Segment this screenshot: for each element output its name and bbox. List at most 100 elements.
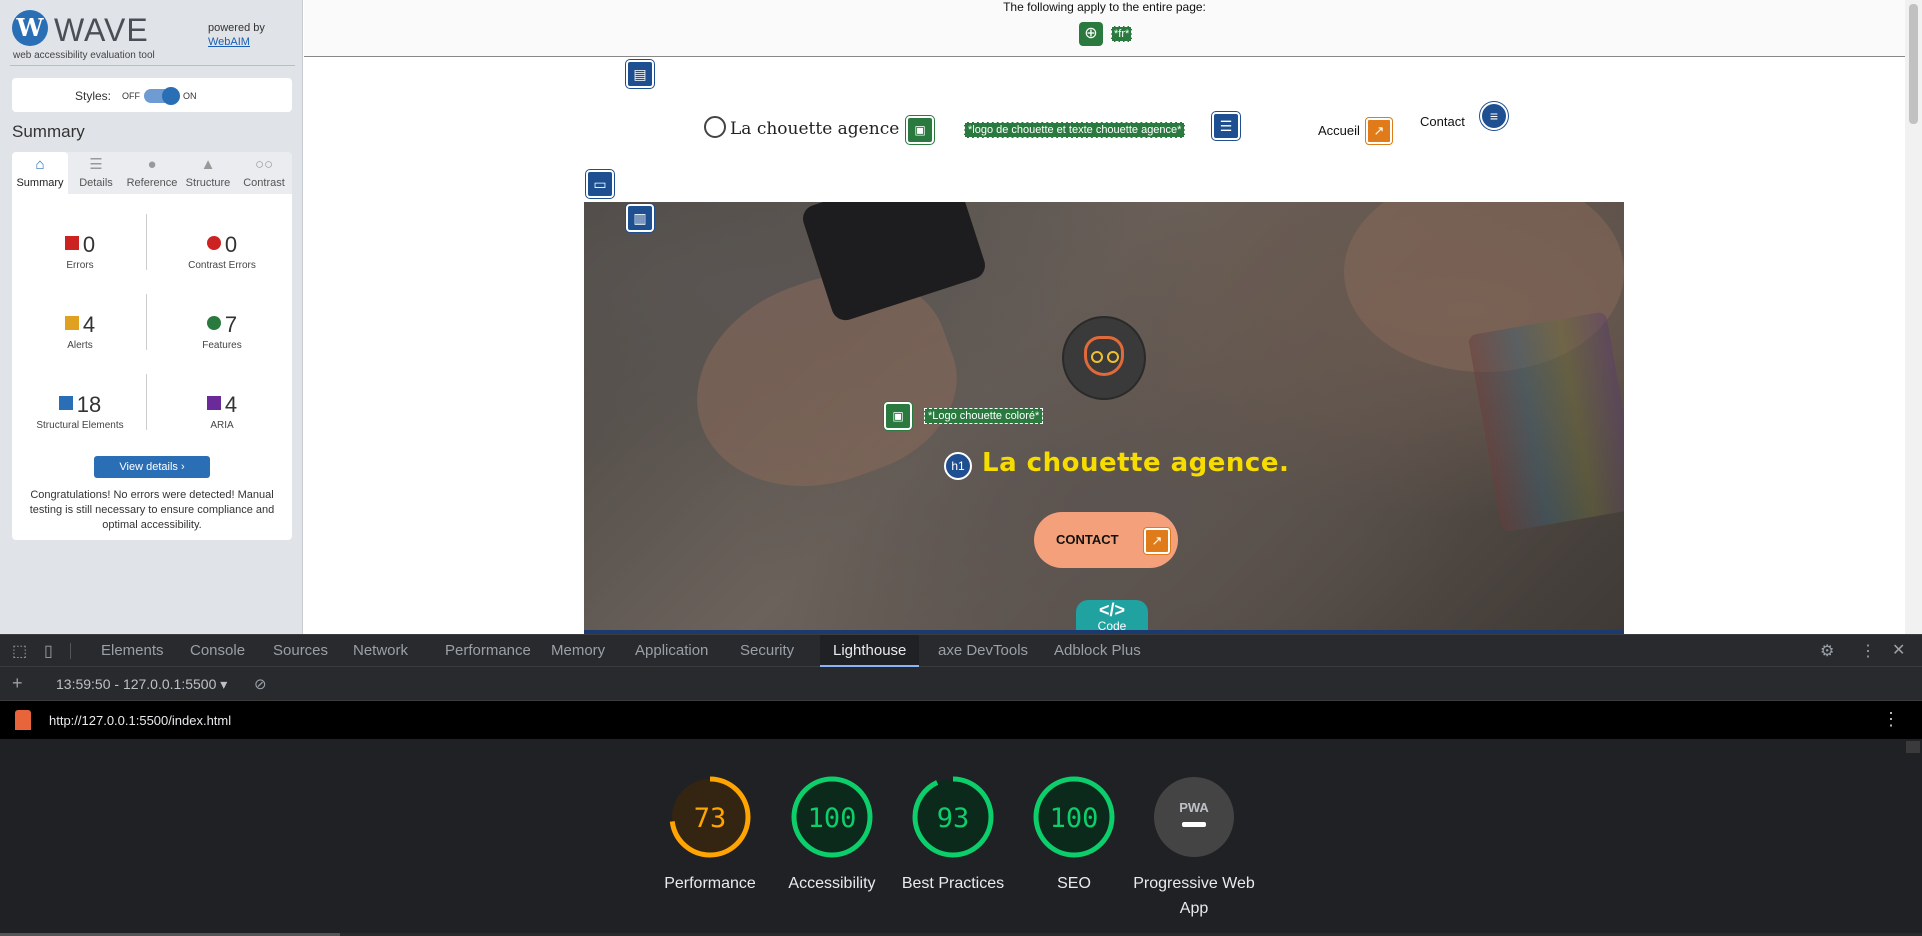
lighthouse-toolbar: + 13:59:50 - 127.0.0.1:5500 ▾ ⊘ — [0, 667, 1922, 701]
score-ring: 73 — [669, 776, 751, 858]
tab-contrast[interactable]: ○○ Contrast — [236, 152, 292, 194]
score-label: Performance — [664, 875, 756, 892]
contact-button-label: CONTACT — [1056, 532, 1119, 547]
powered-by-label: powered by — [208, 22, 265, 34]
tab-structure[interactable]: ▲ Structure — [180, 152, 236, 194]
hero-section: ▣ *Logo chouette coloré* h1 La chouette … — [584, 202, 1624, 634]
tab-label: Contrast — [243, 177, 285, 189]
tab-axe-devtools[interactable]: axe DevTools — [925, 635, 1041, 667]
report-selector[interactable]: 13:59:50 - 127.0.0.1:5500 ▾ — [56, 676, 227, 693]
close-icon[interactable]: ✕ — [1892, 640, 1905, 660]
nav-accueil[interactable]: Accueil — [1318, 123, 1360, 138]
styles-off-label: OFF — [122, 91, 140, 101]
region-icon[interactable]: ▤ — [626, 60, 654, 88]
styles-toggle-box: Styles: OFF ON — [12, 78, 292, 112]
page-notice: The following apply to the entire page: … — [304, 0, 1905, 57]
page-scrollbar-thumb[interactable] — [1909, 4, 1918, 124]
error-icon — [64, 236, 79, 250]
tab-memory[interactable]: Memory — [538, 635, 618, 667]
site-logo[interactable]: La chouette agence — [704, 116, 899, 139]
main-region-icon[interactable]: ▥ — [626, 204, 654, 232]
webaim-link[interactable]: WebAIM — [208, 36, 250, 48]
devtools-scrollbar-thumb[interactable] — [1906, 741, 1920, 753]
wave-sidebar: W WAVE web accessibility evaluation tool… — [0, 0, 303, 634]
owl-icon — [704, 116, 726, 138]
tab-summary[interactable]: ⌂ Summary — [12, 152, 68, 194]
score-value: 100 — [808, 803, 857, 834]
more-options-icon[interactable]: ⋮ — [1882, 709, 1900, 730]
score-gauge-best-practices[interactable]: 93 Best Practices — [902, 775, 1004, 892]
score-label: Accessibility — [788, 875, 876, 892]
aria-stat[interactable]: 4 ARIA — [158, 392, 286, 431]
image-alt-icon[interactable]: ▣ — [884, 402, 912, 430]
score-gauge-accessibility[interactable]: 100 Accessibility — [788, 775, 876, 892]
score-gauge-seo[interactable]: 100 SEO — [1032, 775, 1116, 892]
view-details-button[interactable]: View details › — [94, 456, 210, 478]
tab-performance[interactable]: Performance — [432, 635, 544, 667]
styles-toggle[interactable] — [144, 87, 180, 105]
pwa-dash — [1182, 822, 1206, 827]
header-region-icon[interactable]: ▭ — [586, 170, 614, 198]
tab-network[interactable]: Network — [340, 635, 421, 667]
toggle-knob — [162, 87, 180, 105]
tab-reference[interactable]: ● Reference — [124, 152, 180, 194]
contrast-error-icon — [206, 236, 221, 250]
hero-background-pens — [1467, 311, 1624, 533]
score-value: 100 — [1050, 803, 1099, 834]
features-stat[interactable]: 7 Features — [158, 312, 286, 351]
redundant-link-icon[interactable]: ↗ — [1366, 118, 1392, 144]
tab-elements[interactable]: Elements — [88, 635, 177, 667]
plus-icon[interactable]: + — [12, 673, 23, 694]
summary-panel: 0 Errors 0 Contrast Errors 4 Alerts 7 Fe… — [12, 194, 292, 540]
nav-contact[interactable]: Contact — [1420, 114, 1465, 129]
devtools-tab-bar: ⬚ ▯ Elements Console Sources Network Perform… — [0, 635, 1922, 667]
pwa-gauge[interactable]: PWA Progressive Web App — [1133, 775, 1255, 917]
inspect-icon[interactable]: ⬚ — [12, 641, 27, 661]
errors-stat[interactable]: 0 Errors — [16, 232, 144, 271]
tab-lighthouse[interactable]: Lighthouse — [820, 635, 920, 667]
tab-details[interactable]: ☰ Details — [68, 152, 124, 194]
tab-label: Structure — [185, 177, 231, 189]
lighthouse-icon — [15, 710, 31, 730]
info-icon: ● — [147, 156, 157, 173]
tab-security[interactable]: Security — [727, 635, 807, 667]
globe-icon[interactable]: ⊕ — [1079, 22, 1103, 46]
navigation-icon[interactable]: ☰ — [1212, 112, 1240, 140]
aria-label: ARIA — [210, 420, 234, 431]
wave-logo-icon: W — [12, 10, 48, 46]
styles-on-label: ON — [183, 91, 197, 101]
tab-adblock-plus[interactable]: Adblock Plus — [1041, 635, 1154, 667]
structural-count: 18 — [76, 392, 102, 417]
clear-icon[interactable]: ⊘ — [254, 675, 267, 693]
h1-icon[interactable]: h1 — [944, 452, 972, 480]
home-icon: ⌂ — [35, 156, 45, 173]
features-count: 7 — [224, 312, 238, 337]
report-url: http://127.0.0.1:5500/index.html — [49, 713, 232, 728]
tab-console[interactable]: Console — [177, 635, 258, 667]
tab-sources[interactable]: Sources — [260, 635, 341, 667]
pwa-label: Progressive Web App — [1133, 875, 1255, 917]
notice-text: The following apply to the entire page: — [1003, 0, 1206, 14]
score-ring: 93 — [912, 776, 994, 858]
contrast-errors-stat[interactable]: 0 Contrast Errors — [158, 232, 286, 271]
score-gauge-performance[interactable]: 73 Performance — [664, 775, 756, 892]
alerts-label: Alerts — [67, 340, 93, 351]
redundant-link-icon[interactable]: ↗ — [1144, 528, 1170, 554]
page-scrollbar[interactable] — [1905, 0, 1922, 634]
aria-icon — [206, 396, 221, 410]
contrast-errors-count: 0 — [224, 232, 238, 257]
device-toolbar-icon[interactable]: ▯ — [44, 641, 53, 661]
list-icon[interactable]: ≡ — [1480, 102, 1508, 130]
more-options-icon[interactable]: ⋮ — [1860, 641, 1876, 661]
score-ring: 100 — [1033, 776, 1115, 858]
gear-icon[interactable]: ⚙ — [1820, 641, 1834, 661]
structural-stat[interactable]: 18 Structural Elements — [16, 392, 144, 431]
devtools-scrollbar[interactable] — [1904, 739, 1922, 936]
evaluated-page: The following apply to the entire page: … — [304, 0, 1905, 634]
divider — [146, 374, 147, 430]
code-toggle[interactable]: </> Code — [1076, 600, 1148, 634]
image-alt-icon[interactable]: ▣ — [906, 116, 934, 144]
alerts-stat[interactable]: 4 Alerts — [16, 312, 144, 351]
tab-application[interactable]: Application — [622, 635, 721, 667]
owl-eye — [1107, 351, 1119, 363]
